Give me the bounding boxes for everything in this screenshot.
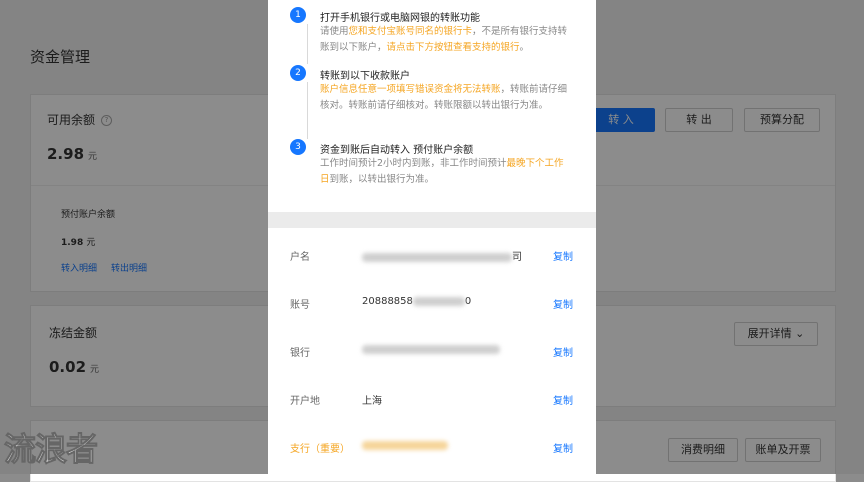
step-title: 转账到以下收款账户 xyxy=(320,71,410,82)
highlighted-text[interactable]: 您和支付宝账号同名的银行卡 xyxy=(349,26,473,37)
section-divider xyxy=(268,212,596,228)
copy-branch-button[interactable]: 复制 xyxy=(553,440,573,455)
step-number-badge: 3 xyxy=(290,139,306,155)
description-text: 工作时间预计2小时内到账，非工作时间预计 xyxy=(320,158,507,169)
step-description: 请使用您和支付宝账号同名的银行卡，不是所有银行支持转账到以下账户，请点击下方按钮… xyxy=(320,24,570,56)
redacted-text xyxy=(362,440,448,450)
redacted-text xyxy=(362,252,512,262)
step-title: 打开手机银行或电脑网银的转账功能 xyxy=(320,13,480,24)
copy-account-name-button[interactable]: 复制 xyxy=(553,248,573,263)
step-number-badge: 2 xyxy=(290,65,306,81)
account-name-value: 司 xyxy=(362,248,522,263)
step-number-badge: 1 xyxy=(290,7,306,23)
transfer-in-modal: 1 打开手机银行或电脑网银的转账功能 请使用您和支付宝账号同名的银行卡，不是所有… xyxy=(268,0,596,474)
account-number-value: 20888858 0 xyxy=(362,296,472,307)
watermark-text: 流浪者 xyxy=(3,430,98,469)
account-number-label: 账号 xyxy=(290,300,310,311)
highlighted-text[interactable]: 账户信息任意一项填写错误资金将无法转账 xyxy=(320,84,501,95)
description-text: 到账，以转出银行为准。 xyxy=(329,174,435,185)
highlighted-text[interactable]: 请点击下方按钮查看支持的银行 xyxy=(387,42,520,53)
step-connector xyxy=(307,82,308,139)
account-name-label: 户名 xyxy=(290,252,310,263)
bank-location-value: 上海 xyxy=(362,396,382,407)
copy-bank-location-button[interactable]: 复制 xyxy=(553,392,573,407)
step-connector xyxy=(307,24,308,64)
description-text: 请使用 xyxy=(320,26,349,37)
copy-account-number-button[interactable]: 复制 xyxy=(553,296,573,311)
branch-label: 支行（重要） xyxy=(290,444,350,455)
bank-value xyxy=(362,344,500,355)
step-description: 工作时间预计2小时内到账，非工作时间预计最晚下个工作日到账，以转出银行为准。 xyxy=(320,156,570,188)
step-description: 账户信息任意一项填写错误资金将无法转账，转账前请仔细核对。转账前请仔细核对。转账… xyxy=(320,82,570,114)
bank-label: 银行 xyxy=(290,348,310,359)
branch-value xyxy=(362,440,448,451)
bank-location-label: 开户地 xyxy=(290,396,320,407)
redacted-text xyxy=(412,296,465,306)
description-text: 。 xyxy=(519,42,530,53)
redacted-text xyxy=(362,344,500,354)
copy-bank-button[interactable]: 复制 xyxy=(553,344,573,359)
step-title: 资金到账后自动转入 预付账户余额 xyxy=(320,145,474,156)
